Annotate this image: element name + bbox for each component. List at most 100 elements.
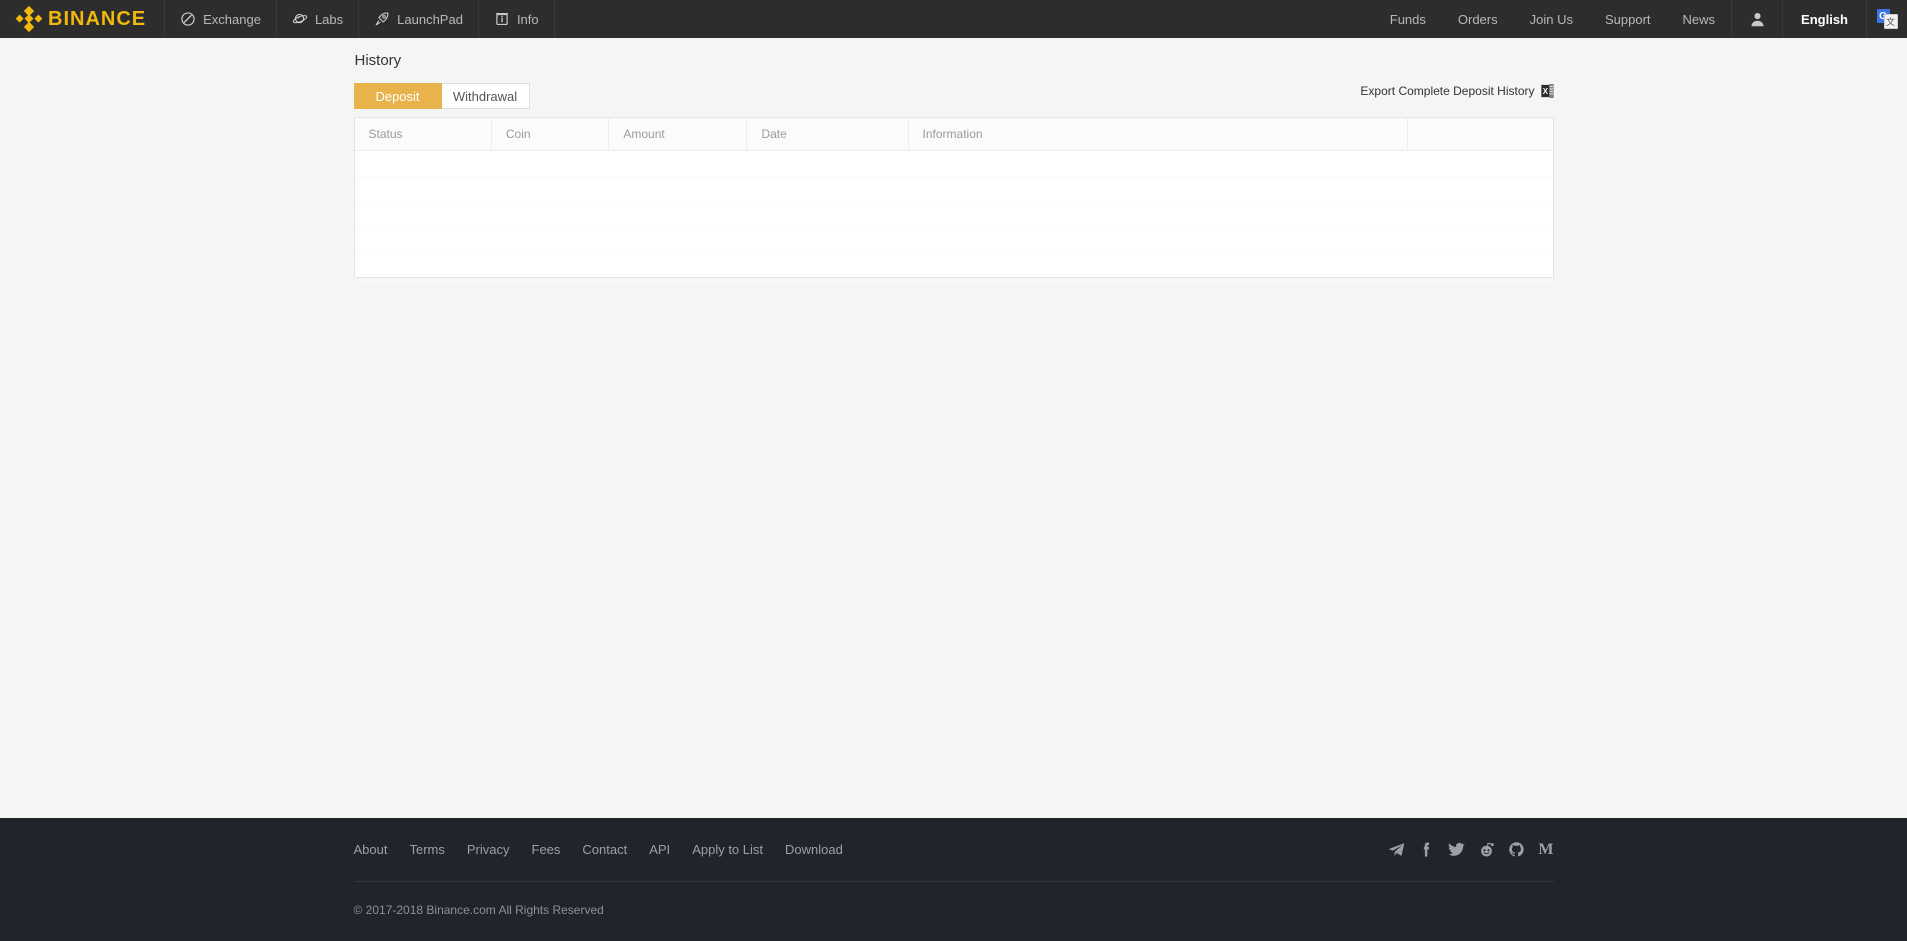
github-icon[interactable] [1508, 841, 1525, 858]
language-selector[interactable]: English [1783, 0, 1867, 38]
user-avatar-icon [1751, 12, 1764, 26]
exchange-circle-slash-icon [181, 12, 195, 26]
table-cell-status [354, 176, 492, 203]
table-cell-status [354, 228, 492, 255]
tab-withdrawal-label: Withdrawal [452, 88, 518, 104]
page-footer: About Terms Privacy Fees Contact API App… [0, 818, 1907, 941]
nav-item-info[interactable]: Info [479, 0, 555, 38]
table-cell-status [354, 150, 492, 177]
nav-link-orders-label: Orders [1457, 11, 1498, 27]
table-row [354, 228, 1553, 255]
content-container: History Deposit Withdrawal Export Comple… [353, 38, 1554, 281]
medium-icon[interactable]: M [1538, 841, 1553, 858]
brand-text: BINANCE [48, 8, 147, 30]
history-tabs: Deposit Withdrawal [353, 83, 530, 109]
nav-item-info-label: Info [516, 11, 539, 27]
labs-planet-icon [292, 13, 308, 24]
nav-item-launchpad[interactable]: LaunchPad [359, 0, 479, 38]
nav-item-labs-label: Labs [314, 11, 344, 27]
copyright-text: © 2017-2018 Binance.com All Rights Reser… [353, 903, 604, 917]
history-table-head: Status Coin Amount Date Information [354, 118, 1553, 151]
telegram-icon[interactable] [1388, 841, 1405, 858]
table-cell-amount [608, 254, 747, 281]
svg-text:X: X [1542, 87, 1548, 96]
table-cell-amount [608, 202, 747, 229]
table-cell-amount [608, 228, 747, 255]
table-cell-status [354, 254, 492, 281]
page-title: History [354, 52, 402, 69]
footer-link-terms[interactable]: Terms [409, 842, 444, 857]
table-cell-date [746, 176, 909, 203]
table-cell-coin [491, 176, 609, 203]
nav-link-support[interactable]: Support [1589, 0, 1667, 38]
table-cell-information [908, 202, 1408, 229]
tabs-and-export-row: Deposit Withdrawal Export Complete Depos… [353, 83, 1554, 109]
tab-deposit[interactable]: Deposit [353, 83, 442, 109]
table-cell-actions [1407, 150, 1553, 177]
table-cell-actions [1407, 254, 1553, 281]
table-row [354, 150, 1553, 177]
nav-link-news[interactable]: News [1667, 0, 1732, 38]
column-header-date[interactable]: Date [746, 118, 909, 151]
table-cell-actions [1407, 202, 1553, 229]
footer-link-privacy[interactable]: Privacy [467, 842, 510, 857]
twitter-icon[interactable] [1448, 841, 1466, 858]
nav-item-exchange[interactable]: Exchange [165, 0, 277, 38]
table-row [354, 202, 1553, 229]
table-cell-coin [491, 254, 609, 281]
google-translate-icon-secondary: 文 [1883, 14, 1898, 29]
page-body: History Deposit Withdrawal Export Comple… [0, 38, 1907, 818]
table-cell-actions [1407, 228, 1553, 255]
nav-link-support-label: Support [1604, 11, 1651, 27]
nav-link-orders[interactable]: Orders [1442, 0, 1514, 38]
footer-link-fees[interactable]: Fees [532, 842, 561, 857]
binance-logo-home-link[interactable]: BINANCE [0, 0, 166, 38]
user-account-menu[interactable] [1731, 0, 1784, 38]
table-cell-information [908, 150, 1408, 177]
facebook-icon[interactable] [1418, 841, 1435, 858]
table-cell-information [908, 176, 1408, 203]
export-deposit-history-label: Export Complete Deposit History [1360, 84, 1535, 98]
table-cell-amount [608, 150, 747, 177]
column-header-status[interactable]: Status [354, 118, 492, 151]
table-cell-coin [491, 150, 609, 177]
tab-withdrawal[interactable]: Withdrawal [441, 83, 530, 109]
table-cell-amount [608, 176, 747, 203]
table-row [354, 254, 1553, 281]
nav-link-join-us[interactable]: Join Us [1514, 0, 1589, 38]
history-table-card: Status Coin Amount Date Information [353, 117, 1554, 281]
reddit-icon[interactable] [1478, 841, 1495, 858]
table-cell-coin [491, 228, 609, 255]
footer-link-download[interactable]: Download [785, 842, 843, 857]
nav-link-funds-label: Funds [1389, 11, 1426, 27]
footer-links: About Terms Privacy Fees Contact API App… [354, 842, 843, 857]
column-header-coin[interactable]: Coin [491, 118, 610, 151]
footer-link-about[interactable]: About [354, 842, 388, 857]
column-header-information[interactable]: Information [908, 118, 1408, 151]
export-deposit-history-link[interactable]: Export Complete Deposit History X [1360, 84, 1554, 98]
tab-deposit-label: Deposit [375, 88, 420, 104]
rocket-icon [375, 12, 389, 26]
history-table-header-row: Status Coin Amount Date Information [354, 118, 1553, 151]
footer-inner: About Terms Privacy Fees Contact API App… [353, 818, 1554, 917]
history-table-body [354, 150, 1553, 281]
top-navbar: BINANCE Exchange Labs LaunchPad Info Fun… [0, 0, 1907, 38]
table-cell-coin [491, 202, 609, 229]
footer-link-apply-to-list[interactable]: Apply to List [692, 842, 763, 857]
column-header-amount[interactable]: Amount [608, 118, 748, 151]
nav-link-join-us-label: Join Us [1529, 11, 1573, 27]
footer-link-api[interactable]: API [649, 842, 670, 857]
google-translate-button[interactable]: G 文 [1867, 0, 1907, 38]
table-row [354, 176, 1553, 203]
table-cell-date [746, 150, 909, 177]
column-header-actions [1407, 118, 1553, 151]
table-cell-date [746, 228, 909, 255]
footer-link-contact[interactable]: Contact [582, 842, 627, 857]
info-box-icon [496, 12, 508, 26]
navbar-right-group: Funds Orders Join Us Support News Englis… [1374, 0, 1907, 38]
table-cell-information [908, 254, 1408, 281]
navbar-left-group: BINANCE Exchange Labs LaunchPad Info [0, 0, 555, 38]
nav-item-labs[interactable]: Labs [277, 0, 360, 38]
history-table: Status Coin Amount Date Information [354, 118, 1553, 281]
nav-link-funds[interactable]: Funds [1374, 0, 1442, 38]
